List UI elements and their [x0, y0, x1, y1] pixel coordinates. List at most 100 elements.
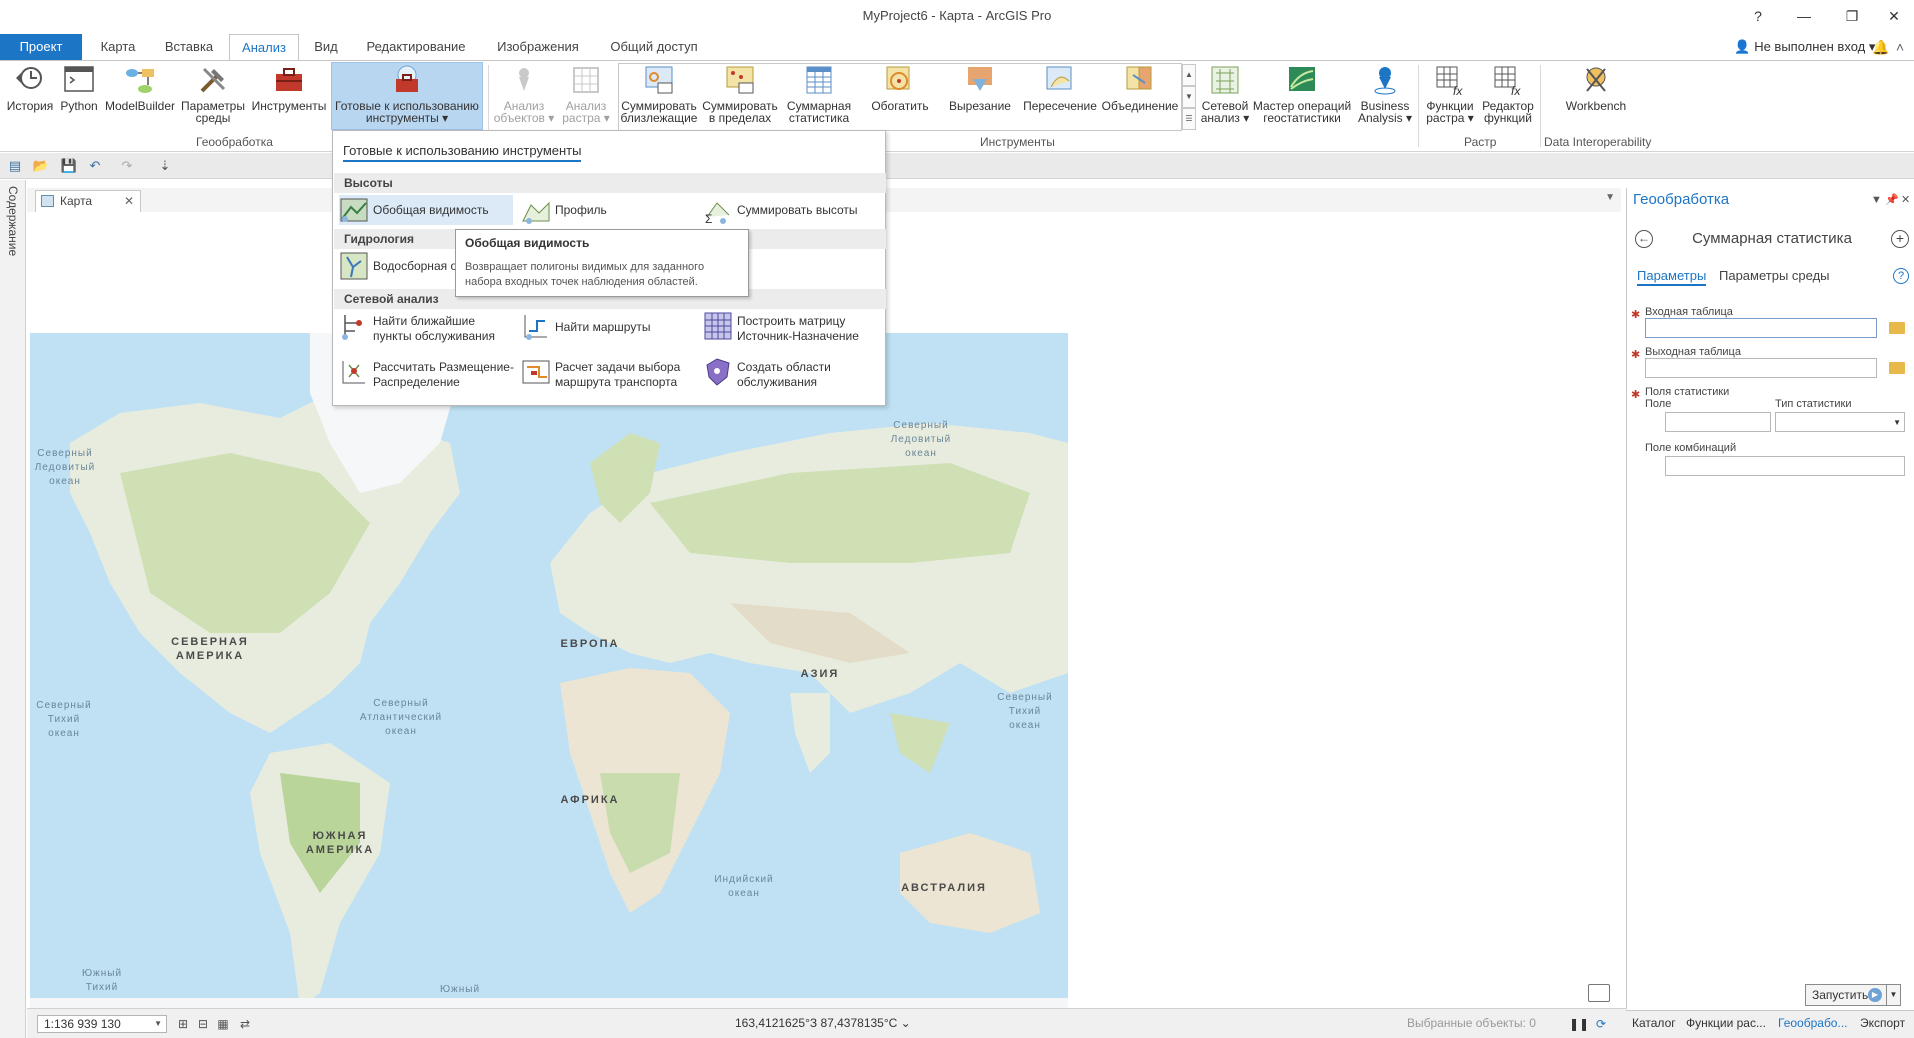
gallery-scroll-up[interactable]: ▲	[1182, 64, 1196, 86]
close-tab-icon[interactable]: ✕	[124, 191, 134, 211]
map-overview-icon[interactable]	[1588, 984, 1610, 1002]
python-button[interactable]: Python	[58, 63, 100, 112]
tab-raster-functions[interactable]: Функции рас...	[1686, 1016, 1766, 1030]
raster-functions-button[interactable]: fx Функции растра ▾	[1422, 63, 1478, 124]
summary-statistics-button[interactable]: Суммарная статистика	[782, 63, 856, 124]
tab-edit[interactable]: Редактирование	[360, 34, 472, 60]
tab-imagery[interactable]: Изображения	[488, 34, 588, 60]
tool-profile[interactable]: Профиль	[521, 195, 691, 225]
map-icon	[41, 195, 54, 207]
enrich-button[interactable]: Обогатить	[862, 63, 938, 112]
fixed-zoom-icon[interactable]: ⊞	[175, 1017, 191, 1031]
history-button[interactable]: История	[4, 63, 56, 112]
geostatistical-wizard-button[interactable]: Мастер операций геостатистики	[1252, 63, 1352, 124]
network-analysis-button[interactable]: Сетевой анализ ▾	[1200, 63, 1250, 124]
feature-analysis-button[interactable]: Анализ объектов ▾	[492, 63, 556, 124]
bell-icon[interactable]: 🔔	[1872, 34, 1889, 60]
signin-status[interactable]: 👤 Не выполнен вход ▾	[1734, 34, 1875, 60]
svg-text:Σ: Σ	[705, 212, 712, 225]
modelbuilder-button[interactable]: ModelBuilder	[104, 63, 176, 112]
summarize-nearby-button[interactable]: Суммировать близлежащие	[620, 63, 698, 124]
tool-find-closest-facilities[interactable]: Найти ближайшие пункты обслуживания	[339, 311, 513, 347]
statistics-field-input[interactable]	[1665, 412, 1771, 432]
tool-service-areas[interactable]: Создать области обслуживания	[703, 357, 879, 393]
gallery-expand[interactable]: ☰	[1182, 108, 1196, 130]
folder-icon[interactable]	[1889, 362, 1905, 374]
close-button[interactable]: ✕	[1874, 4, 1914, 28]
business-analysis-button[interactable]: Business Analysis ▾	[1354, 63, 1416, 124]
tab-analysis[interactable]: Анализ	[229, 34, 299, 61]
workbench-button[interactable]: Workbench	[1560, 63, 1632, 112]
function-editor-button[interactable]: fx Редактор функций	[1480, 63, 1536, 124]
tool-location-allocation[interactable]: Рассчитать Размещение- Распределение	[339, 357, 519, 393]
tab-project[interactable]: Проект	[0, 34, 82, 60]
undo-icon[interactable]: ↶	[86, 157, 104, 175]
ready-to-use-tools-button[interactable]: Готовые к использованию инструменты ▾	[331, 62, 483, 130]
rotation-icon[interactable]: ⇄	[237, 1017, 253, 1031]
help-icon[interactable]: ?	[1893, 268, 1909, 284]
output-table-field[interactable]	[1645, 358, 1877, 378]
new-project-icon[interactable]: ▤	[6, 157, 24, 175]
clip-button[interactable]: Вырезание	[942, 63, 1018, 112]
folder-icon[interactable]	[1889, 322, 1905, 334]
pane-title: Геообработка	[1633, 191, 1730, 208]
tab-map[interactable]: Карта	[92, 34, 144, 60]
coordinate-readout[interactable]: 163,4121625°З 87,4378135°С ⌄	[735, 1016, 911, 1030]
pin-icon[interactable]: 📌	[1885, 188, 1899, 212]
toolbox-button[interactable]: Инструменты	[250, 63, 328, 112]
arctic-ocean-label-west: Северный Ледовитый океан	[34, 448, 96, 487]
group-label-interop: Data Interoperability	[1544, 135, 1652, 149]
clip-icon	[968, 67, 992, 91]
tab-parameters[interactable]: Параметры	[1637, 268, 1707, 286]
pane-menu-icon[interactable]: ▼	[1871, 188, 1882, 212]
scale-selector[interactable]: 1:136 939 130 ▼	[37, 1015, 167, 1033]
case-field-input[interactable]	[1665, 456, 1905, 476]
tool-viewshed[interactable]: Обобщая видимость	[339, 195, 513, 225]
close-pane-icon[interactable]: ✕	[1901, 188, 1910, 212]
back-arrow-icon[interactable]: ←	[1635, 230, 1653, 248]
toolbox-icon	[276, 68, 302, 91]
open-project-icon[interactable]: 📂	[32, 157, 50, 175]
add-icon[interactable]: +	[1891, 230, 1909, 248]
tool-od-cost-matrix[interactable]: Построить матрицу Источник-Назначение	[703, 311, 883, 347]
run-button[interactable]: Запустить ▶	[1805, 984, 1887, 1006]
union-button[interactable]: Объединение	[1100, 63, 1180, 112]
help-button[interactable]: ?	[1738, 4, 1778, 28]
tab-view[interactable]: Вид	[306, 34, 346, 60]
view-list-dropdown-icon[interactable]: ▼	[1605, 192, 1615, 203]
collapse-ribbon-icon[interactable]: ˄	[1896, 34, 1904, 60]
table-icon[interactable]: ▦	[215, 1017, 231, 1031]
raster-analysis-button[interactable]: Анализ растра ▾	[558, 63, 614, 124]
redo-icon[interactable]: ↷	[118, 157, 136, 175]
minimize-button[interactable]: —	[1784, 4, 1824, 28]
pause-drawing-icon[interactable]: ❚❚	[1569, 1017, 1589, 1031]
environments-button[interactable]: Параметры среды	[180, 63, 246, 124]
tab-export[interactable]: Экспорт	[1860, 1016, 1905, 1030]
contents-strip[interactable]: Содержание	[0, 180, 26, 1038]
run-options-dropdown[interactable]: ▼	[1887, 984, 1901, 1006]
tab-geoprocessing[interactable]: Геообрабо...	[1778, 1016, 1848, 1030]
tool-vehicle-routing[interactable]: Расчет задачи выбора маршрута транспорта	[521, 357, 697, 393]
north-atlantic-label: Северный Атлантический океан	[359, 698, 443, 737]
tab-share[interactable]: Общий доступ	[602, 34, 706, 60]
selected-features-count[interactable]: Выбранные объекты: 0	[1407, 1016, 1536, 1030]
tool-find-routes[interactable]: Найти маршруты	[521, 311, 691, 347]
statistic-type-select[interactable]: ▼	[1775, 412, 1905, 432]
intersect-button[interactable]: Пересечение	[1022, 63, 1098, 112]
input-table-field[interactable]	[1645, 318, 1877, 338]
tool-summarize-elevation[interactable]: Σ Суммировать высоты	[703, 195, 881, 225]
africa-label: АФРИКА	[560, 794, 620, 806]
summarize-within-button[interactable]: Суммировать в пределах	[700, 63, 780, 124]
customize-qat-icon[interactable]: ⇣	[156, 157, 174, 175]
save-project-icon[interactable]: 💾	[60, 157, 78, 175]
restore-button[interactable]: ❐	[1832, 4, 1872, 28]
refresh-icon[interactable]: ⟳	[1593, 1017, 1609, 1031]
gallery-scroll-down[interactable]: ▼	[1182, 86, 1196, 108]
tab-environments[interactable]: Параметры среды	[1719, 268, 1830, 283]
grid-icon[interactable]: ⊟	[195, 1017, 211, 1031]
map-view-tab[interactable]: Карта ✕	[35, 190, 141, 212]
world-basemap[interactable]: Северный Ледовитый океан Северный Ледовитый…	[30, 333, 1068, 1008]
tab-insert[interactable]: Вставка	[158, 34, 220, 60]
tab-catalog[interactable]: Каталог	[1632, 1016, 1676, 1030]
indian-ocean-label: Индийский океан	[714, 874, 774, 899]
